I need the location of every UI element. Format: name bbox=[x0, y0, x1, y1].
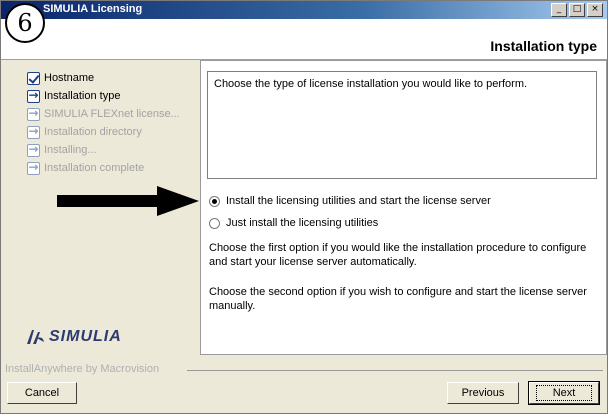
arrow-right-icon bbox=[27, 142, 40, 157]
description-text: Choose the type of license installation … bbox=[214, 78, 528, 90]
next-button[interactable]: Next bbox=[528, 381, 600, 405]
step-label: Installation directory bbox=[44, 126, 142, 138]
pointer-arrow-icon bbox=[57, 186, 199, 216]
step-label: Installation complete bbox=[44, 162, 145, 174]
simulia-logo: SIMULIA bbox=[25, 328, 122, 346]
option-label[interactable]: Just install the licensing utilities bbox=[226, 217, 378, 229]
step-number-badge: 6 bbox=[5, 3, 45, 43]
arrow-right-icon bbox=[27, 106, 40, 121]
step-item-hostname: Hostname bbox=[27, 70, 94, 86]
page-title: Installation type bbox=[490, 38, 597, 54]
help-text-first-option: Choose the first option if you would lik… bbox=[209, 242, 587, 268]
step-label: Hostname bbox=[44, 72, 95, 84]
step-label: Installing... bbox=[44, 144, 97, 156]
minimize-button[interactable]: _ bbox=[551, 3, 567, 17]
step-item-installation-directory: Installation directory bbox=[27, 124, 142, 140]
window-title: SIMULIA Licensing bbox=[43, 3, 143, 15]
previous-button-label: Previous bbox=[461, 387, 505, 399]
close-button[interactable]: × bbox=[587, 3, 603, 17]
cancel-button[interactable]: Cancel bbox=[7, 382, 77, 404]
step-item-installation-complete: Installation complete bbox=[27, 160, 144, 176]
step-item-flexnet-license: SIMULIA FLEXnet license... bbox=[27, 106, 180, 122]
arrow-right-icon bbox=[27, 160, 40, 175]
footer-divider bbox=[187, 370, 603, 371]
arrow-right-icon bbox=[27, 124, 40, 139]
content-panel: Choose the type of license installation … bbox=[200, 60, 607, 355]
option-install-and-start[interactable]: Install the licensing utilities and star… bbox=[209, 195, 491, 207]
step-item-installing: Installing... bbox=[27, 142, 97, 158]
simulia-logo-icon bbox=[27, 330, 44, 344]
cancel-button-label: Cancel bbox=[24, 387, 60, 399]
step-item-installation-type: Installation type bbox=[27, 88, 120, 104]
option-label[interactable]: Install the licensing utilities and star… bbox=[226, 195, 491, 207]
maximize-button[interactable]: □ bbox=[569, 3, 585, 17]
description-box: Choose the type of license installation … bbox=[207, 71, 597, 179]
title-bar[interactable]: SIMULIA Licensing _ □ × bbox=[1, 1, 607, 19]
installer-window: SIMULIA Licensing _ □ × Installation typ… bbox=[0, 0, 608, 414]
next-button-label: Next bbox=[535, 385, 593, 401]
radio-unselected-icon[interactable] bbox=[209, 217, 220, 229]
arrow-right-icon bbox=[27, 88, 40, 103]
option-install-only[interactable]: Just install the licensing utilities bbox=[209, 217, 378, 229]
step-label: Installation type bbox=[44, 90, 121, 102]
logo-text: SIMULIA bbox=[49, 328, 122, 345]
help-text-second-option: Choose the second option if you wish to … bbox=[209, 286, 587, 312]
page-header: Installation type bbox=[1, 19, 607, 60]
radio-selected-icon[interactable] bbox=[209, 195, 220, 207]
checkbox-check-icon bbox=[27, 71, 40, 85]
step-label: SIMULIA FLEXnet license... bbox=[44, 108, 180, 120]
vendor-label: InstallAnywhere by Macrovision bbox=[5, 363, 160, 375]
window-controls: _ □ × bbox=[551, 3, 603, 17]
previous-button[interactable]: Previous bbox=[447, 382, 519, 404]
